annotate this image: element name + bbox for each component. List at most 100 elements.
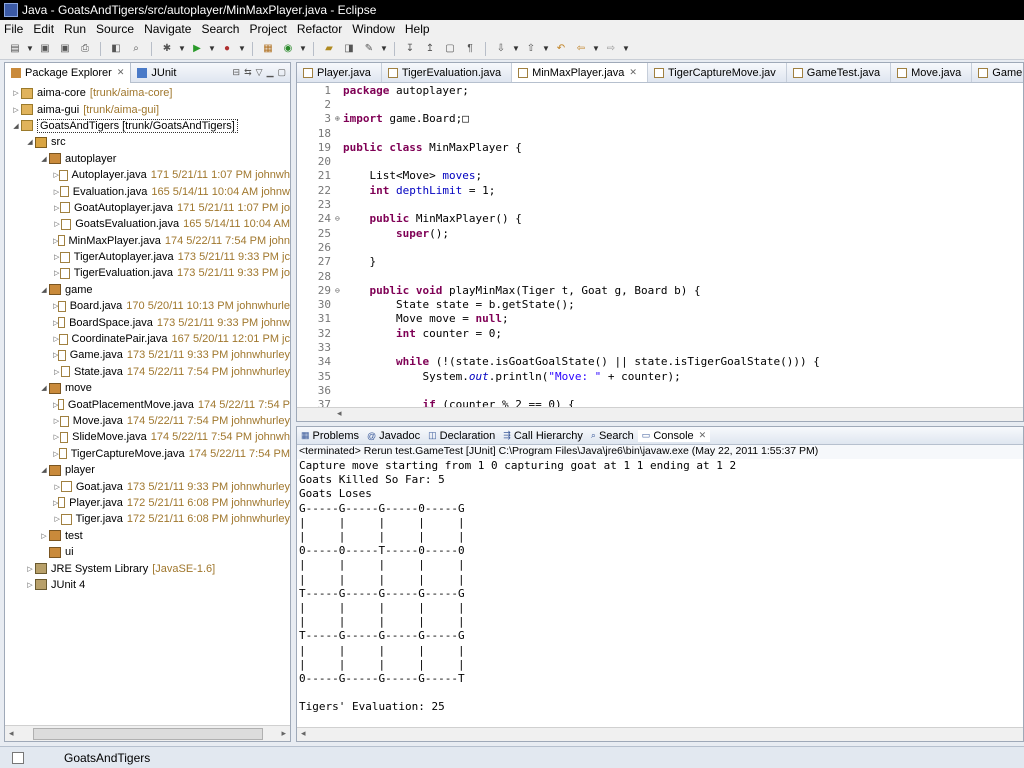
tree-item[interactable]: ◢ move <box>5 380 290 396</box>
tab-search[interactable]: ⌕ Search <box>587 430 638 442</box>
forward-icon[interactable]: ⇨ <box>602 41 620 57</box>
fold-icon[interactable]: ⊖ <box>335 214 343 223</box>
show-whitespace-icon[interactable]: ¶ <box>461 41 479 57</box>
menu-window[interactable]: Window <box>348 22 401 36</box>
close-icon[interactable]: ✕ <box>629 67 637 78</box>
menu-help[interactable]: Help <box>401 22 436 36</box>
tree-twisty-icon[interactable]: ▷ <box>53 483 61 491</box>
console-output[interactable]: Capture move starting from 1 0 capturing… <box>297 459 1023 715</box>
tree-item[interactable]: ▷ Game.java 173 5/21/11 9:33 PM johnwhurle… <box>5 347 290 363</box>
tree-item[interactable]: ▷ GoatPlacementMove.java 174 5/22/11 7:54 … <box>5 396 290 412</box>
tab-declaration[interactable]: ◫ Declaration <box>424 430 499 442</box>
tree-twisty-icon[interactable]: ◢ <box>39 384 49 392</box>
minimize-icon[interactable]: ▁ <box>267 67 274 78</box>
next-edit-icon[interactable]: ⇩ <box>492 41 510 57</box>
tree-item[interactable]: ▷ Move.java 174 5/22/11 7:54 PM johnwhurle… <box>5 413 290 429</box>
code-line[interactable]: 25 super(); <box>297 226 1023 240</box>
tree-twisty-icon[interactable]: ◢ <box>11 122 21 130</box>
tree-item[interactable]: ▷ JRE System Library [JavaSE-1.6] <box>5 560 290 576</box>
tree-item[interactable]: ▷ Tiger.java 172 5/21/11 6:08 PM johnwhurl… <box>5 511 290 527</box>
editor-tab[interactable]: Player.java <box>297 63 382 82</box>
code-line[interactable]: 21 List<Move> moves; <box>297 169 1023 183</box>
pin-icon[interactable]: ✎ <box>360 41 378 57</box>
print-icon[interactable]: ⎙ <box>76 41 94 57</box>
tree-item[interactable]: ▷ GoatsEvaluation.java 165 5/14/11 10:04 A… <box>5 216 290 232</box>
tree-twisty-icon[interactable]: ▷ <box>11 106 21 114</box>
tree-twisty-icon[interactable]: ◢ <box>39 286 49 294</box>
menu-source[interactable]: Source <box>92 22 140 36</box>
code-line[interactable]: 19 public class MinMaxPlayer { <box>297 140 1023 154</box>
new-dropdown-icon[interactable]: ▼ <box>26 44 34 53</box>
tree-twisty-icon[interactable]: ▷ <box>25 565 35 573</box>
tree-item[interactable]: ▷ JUnit 4 <box>5 577 290 593</box>
editor-tab[interactable]: TigerEvaluation.java <box>382 63 513 82</box>
tab-javadoc[interactable]: @ Javadoc <box>363 430 424 442</box>
tree-twisty-icon[interactable]: ▷ <box>53 433 60 441</box>
code-line[interactable]: 29 ⊖ public void playMinMax(Tiger t, Goat… <box>297 283 1023 297</box>
tree-item[interactable]: ▷ CoordinatePair.java 167 5/20/11 12:01 PM… <box>5 331 290 347</box>
prev-edit-icon[interactable]: ⇧ <box>522 41 540 57</box>
tree-twisty-icon[interactable]: ◢ <box>25 138 35 146</box>
code-line[interactable]: 23 <box>297 197 1023 211</box>
menu-search[interactable]: Search <box>197 22 245 36</box>
tree-twisty-icon[interactable]: ▷ <box>53 204 60 212</box>
collapse-all-icon[interactable]: ⊟ <box>233 67 241 78</box>
menu-file[interactable]: File <box>0 22 29 36</box>
scroll-left-icon[interactable]: ◂ <box>9 728 14 739</box>
tree-item[interactable]: ▷ Goat.java 173 5/21/11 9:33 PM johnwhurle… <box>5 478 290 494</box>
debug-dropdown-icon[interactable]: ▼ <box>178 44 186 53</box>
next-edit-dropdown-icon[interactable]: ▼ <box>512 44 520 53</box>
scroll-thumb[interactable] <box>32 727 263 740</box>
editor-horizontal-scrollbar[interactable]: ◂ <box>297 407 1023 421</box>
pin-dropdown-icon[interactable]: ▼ <box>380 44 388 53</box>
toggle-mark-icon[interactable]: ▢ <box>441 41 459 57</box>
menu-refactor[interactable]: Refactor <box>293 22 348 36</box>
tree-item[interactable]: ▷ test <box>5 528 290 544</box>
code-line[interactable]: 24 ⊖ public MinMaxPlayer() { <box>297 212 1023 226</box>
fold-icon[interactable]: ⊕ <box>335 114 343 123</box>
save-icon[interactable]: ▣ <box>36 41 54 57</box>
editor-tab[interactable]: MinMaxPlayer.java ✕ <box>512 63 648 82</box>
tree-item[interactable]: ◢ src <box>5 134 290 150</box>
tree-item[interactable]: ▷ TigerAutoplayer.java 173 5/21/11 9:33 PM… <box>5 249 290 265</box>
code-line[interactable]: 37 if (counter % 2 == 0) { <box>297 398 1023 407</box>
tree-twisty-icon[interactable]: ▷ <box>53 417 60 425</box>
tree-item[interactable]: ▷ aima-gui [trunk/aima-gui] <box>5 101 290 117</box>
menu-project[interactable]: Project <box>245 22 292 36</box>
tree-item[interactable]: ▷ MinMaxPlayer.java 174 5/22/11 7:54 PM jo… <box>5 233 290 249</box>
code-line[interactable]: 36 <box>297 383 1023 397</box>
fold-icon[interactable]: ⊖ <box>335 286 343 295</box>
tree-item[interactable]: ui <box>5 544 290 560</box>
tree-item[interactable]: ▷ Player.java 172 5/21/11 6:08 PM johnwhur… <box>5 495 290 511</box>
tree-item[interactable]: ▷ TigerCaptureMove.java 174 5/22/11 7:54 P… <box>5 446 290 462</box>
tree-twisty-icon[interactable]: ▷ <box>53 188 60 196</box>
code-line[interactable]: 1 package autoplayer; <box>297 83 1023 97</box>
tree-twisty-icon[interactable]: ▷ <box>53 269 60 277</box>
code-line[interactable]: 22 int depthLimit = 1; <box>297 183 1023 197</box>
new-class-icon[interactable]: ◉ <box>279 41 297 57</box>
tree-item[interactable]: ▷ Board.java 170 5/20/11 10:13 PM johnwhur… <box>5 298 290 314</box>
tree-twisty-icon[interactable]: ▷ <box>39 532 49 540</box>
tree-item[interactable]: ▷ Autoplayer.java 171 5/21/11 1:07 PM john… <box>5 167 290 183</box>
code-line[interactable]: 35 System.out.println("Move: " + counter… <box>297 369 1023 383</box>
tree-item[interactable]: ◢ game <box>5 282 290 298</box>
code-line[interactable]: 2 <box>297 97 1023 111</box>
tree-twisty-icon[interactable]: ▷ <box>53 253 60 261</box>
editor-tab[interactable]: Move.java <box>891 63 973 82</box>
new-package-icon[interactable]: ▦ <box>259 41 277 57</box>
tree-item[interactable]: ◢ GoatsAndTigers [trunk/GoatsAndTigers] <box>5 118 290 134</box>
editor-tab[interactable]: Game.java <box>972 63 1023 82</box>
external-tools-dropdown-icon[interactable]: ▼ <box>238 44 246 53</box>
close-icon[interactable]: ✕ <box>117 67 125 78</box>
code-line[interactable]: 18 <box>297 126 1023 140</box>
tree-item[interactable]: ▷ TigerEvaluation.java 173 5/21/11 9:33 PM… <box>5 265 290 281</box>
tree-twisty-icon[interactable]: ◢ <box>39 155 49 163</box>
tab-call-hierarchy[interactable]: ⇶ Call Hierarchy <box>499 430 587 442</box>
next-annotation-icon[interactable]: ↧ <box>401 41 419 57</box>
forward-dropdown-icon[interactable]: ▼ <box>622 44 630 53</box>
open-type-icon[interactable]: ◧ <box>107 41 125 57</box>
open-task-icon[interactable]: ◨ <box>340 41 358 57</box>
editor-tab[interactable]: GameTest.java <box>787 63 892 82</box>
menu-edit[interactable]: Edit <box>29 22 60 36</box>
code-line[interactable]: 33 <box>297 340 1023 354</box>
